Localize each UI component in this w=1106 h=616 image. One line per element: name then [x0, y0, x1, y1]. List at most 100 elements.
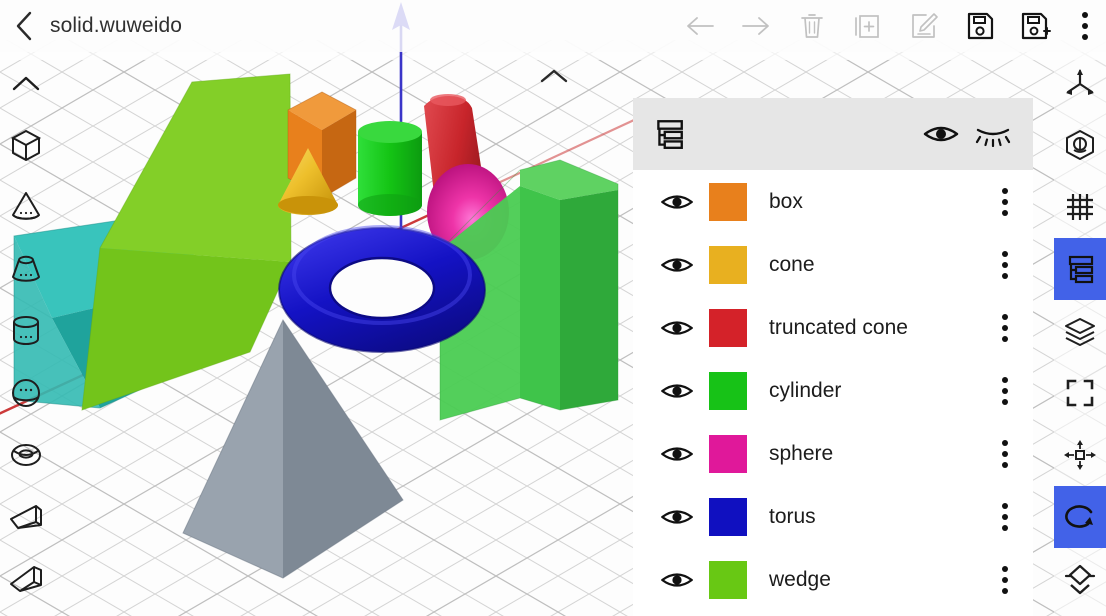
- row-overflow-button[interactable]: [977, 439, 1033, 468]
- scene-cylinder-green: [358, 121, 422, 216]
- add-prism-button[interactable]: [0, 548, 52, 610]
- color-swatch[interactable]: [709, 560, 747, 599]
- view-cube-icon: [1066, 130, 1094, 160]
- chevron-up-icon: [540, 69, 568, 83]
- row-overflow-button[interactable]: [977, 376, 1033, 405]
- axes-button[interactable]: [1054, 52, 1106, 114]
- row-overflow-button[interactable]: [977, 187, 1033, 216]
- redo-button[interactable]: [728, 0, 784, 52]
- toggle-visibility-button[interactable]: [649, 253, 705, 277]
- kebab-menu-icon: [1002, 439, 1008, 468]
- eye-icon: [923, 126, 959, 142]
- view-cube-button[interactable]: [1054, 114, 1106, 176]
- toggle-visibility-button[interactable]: [649, 568, 705, 592]
- tree-list-icon: [657, 120, 683, 149]
- scene-torus-blue: [278, 225, 486, 353]
- collapse-toolbar-button[interactable]: [0, 52, 52, 114]
- panel-tree-button[interactable]: [643, 98, 695, 170]
- kebab-menu-icon: [1002, 313, 1008, 342]
- list-item[interactable]: box: [633, 170, 1033, 233]
- kebab-menu-icon: [1002, 376, 1008, 405]
- move-button[interactable]: [1054, 424, 1106, 486]
- add-sphere-button[interactable]: [0, 362, 52, 424]
- add-frame-icon: [855, 15, 879, 38]
- list-item[interactable]: cone: [633, 233, 1033, 296]
- color-swatch[interactable]: [709, 245, 747, 284]
- move-arrows-icon: [1064, 440, 1096, 470]
- right-view-toolbar: [1054, 52, 1106, 616]
- delete-button[interactable]: [784, 0, 840, 52]
- object-list[interactable]: box cone truncated cone cylinder sphere torus…: [633, 170, 1033, 616]
- fit-view-button[interactable]: [1054, 362, 1106, 424]
- scene-collapse-button[interactable]: [534, 62, 574, 90]
- trash-icon: [801, 14, 823, 38]
- kebab-menu-icon: [1002, 250, 1008, 279]
- hide-all-button[interactable]: [967, 98, 1019, 170]
- color-swatch[interactable]: [709, 434, 747, 473]
- torus-icon: [11, 444, 41, 466]
- save-button[interactable]: [952, 0, 1008, 52]
- rotate-icon: [1065, 505, 1093, 528]
- eye-icon: [661, 446, 693, 461]
- edit-button[interactable]: [896, 0, 952, 52]
- edit-pencil-icon: [912, 13, 938, 38]
- eye-icon: [661, 383, 693, 398]
- grid-button[interactable]: [1054, 176, 1106, 238]
- layers-button[interactable]: [1054, 300, 1106, 362]
- duplicate-button[interactable]: [840, 0, 896, 52]
- toggle-visibility-button[interactable]: [649, 316, 705, 340]
- arrow-left-icon: [687, 17, 714, 35]
- flip-button[interactable]: [1054, 548, 1106, 610]
- save-as-button[interactable]: [1008, 0, 1064, 52]
- toggle-visibility-button[interactable]: [649, 505, 705, 529]
- row-overflow-button[interactable]: [977, 313, 1033, 342]
- color-swatch[interactable]: [709, 371, 747, 410]
- list-item[interactable]: torus: [633, 485, 1033, 548]
- tree-list-icon: [1068, 255, 1094, 284]
- cylinder-icon: [13, 316, 39, 345]
- eye-icon: [661, 194, 693, 209]
- toggle-visibility-button[interactable]: [649, 442, 705, 466]
- eye-closed-icon: [975, 128, 1011, 147]
- eye-icon: [661, 509, 693, 524]
- toggle-visibility-button[interactable]: [649, 190, 705, 214]
- object-tree-panel: box cone truncated cone cylinder sphere torus…: [633, 98, 1033, 616]
- add-cone-button[interactable]: [0, 176, 52, 238]
- row-overflow-button[interactable]: [977, 502, 1033, 531]
- row-overflow-button[interactable]: [977, 250, 1033, 279]
- list-item[interactable]: truncated cone: [633, 296, 1033, 359]
- add-cylinder-button[interactable]: [0, 300, 52, 362]
- row-overflow-button[interactable]: [977, 565, 1033, 594]
- flip-icon: [1064, 564, 1096, 595]
- object-name-label: truncated cone: [769, 315, 908, 339]
- arrow-right-icon: [742, 17, 769, 35]
- add-torus-button[interactable]: [0, 424, 52, 486]
- save-icon: [967, 12, 994, 40]
- left-shape-toolbar: [0, 52, 52, 616]
- add-box-button[interactable]: [0, 114, 52, 176]
- add-wedge-button[interactable]: [0, 486, 52, 548]
- object-tree-button[interactable]: [1054, 238, 1106, 300]
- list-item[interactable]: cylinder: [633, 359, 1033, 422]
- overflow-menu-button[interactable]: [1064, 0, 1106, 52]
- color-swatch[interactable]: [709, 497, 747, 536]
- layers-icon: [1065, 318, 1095, 346]
- kebab-menu-icon: [1002, 565, 1008, 594]
- kebab-menu-icon: [1082, 12, 1088, 40]
- list-item[interactable]: sphere: [633, 422, 1033, 485]
- back-button[interactable]: [0, 0, 48, 52]
- toggle-visibility-button[interactable]: [649, 379, 705, 403]
- app-root: solid.wuweido box cone truncated cone cy…: [0, 0, 1106, 616]
- color-swatch[interactable]: [709, 308, 747, 347]
- rotate-button[interactable]: [1054, 486, 1106, 548]
- sphere-icon: [12, 379, 40, 407]
- kebab-menu-icon: [1002, 502, 1008, 531]
- kebab-menu-icon: [1002, 187, 1008, 216]
- list-item[interactable]: wedge: [633, 548, 1033, 611]
- truncated-cone-icon: [12, 255, 40, 282]
- undo-button[interactable]: [672, 0, 728, 52]
- color-swatch[interactable]: [709, 182, 747, 221]
- add-truncated-cone-button[interactable]: [0, 238, 52, 300]
- eye-icon: [661, 320, 693, 335]
- show-all-button[interactable]: [915, 98, 967, 170]
